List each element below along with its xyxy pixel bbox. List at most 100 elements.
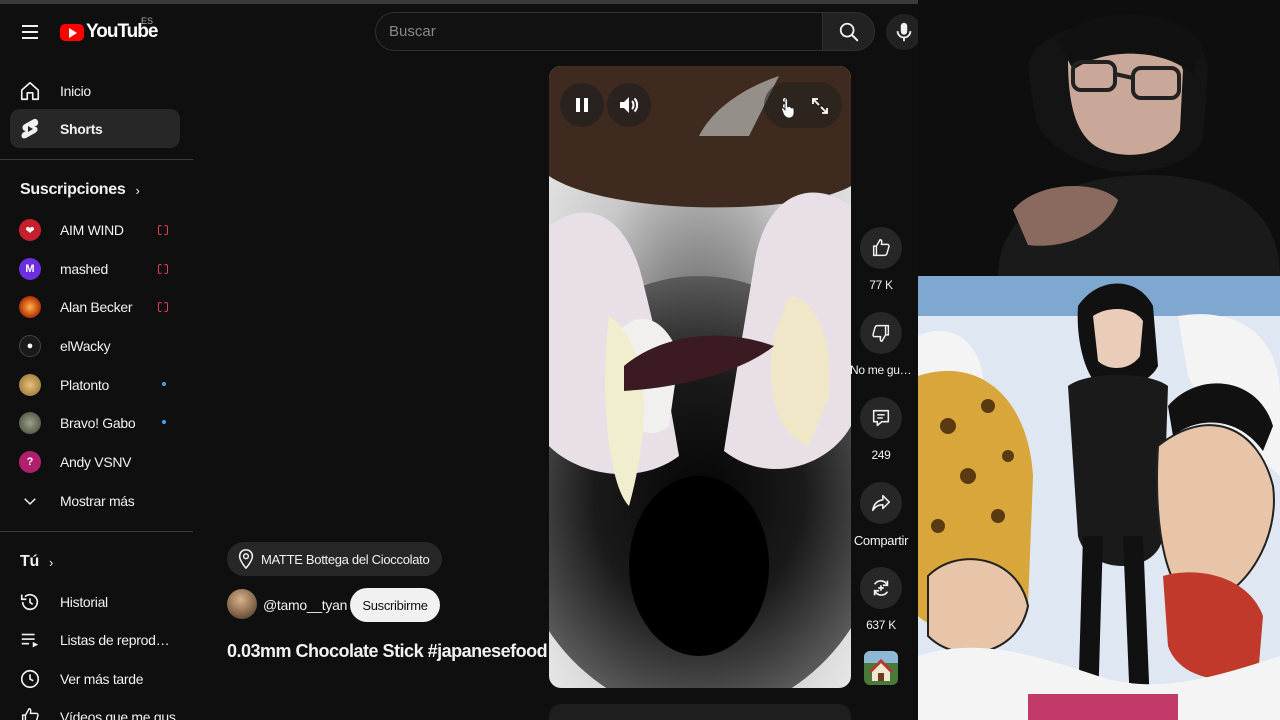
- pause-button[interactable]: [560, 83, 604, 127]
- playlists-icon: [18, 628, 42, 652]
- share-icon: [871, 494, 891, 512]
- sidebar-item-label: Shorts: [60, 121, 103, 137]
- new-content-dot: [162, 420, 166, 424]
- fullscreen-icon: [812, 98, 828, 114]
- watch-later-icon: [18, 667, 42, 691]
- sidebar-item-andy-vsnv[interactable]: ? Andy VSNV: [10, 442, 180, 481]
- sidebar-item-alan-becker[interactable]: Alan Becker: [10, 287, 180, 326]
- sidebar-item-inicio[interactable]: Inicio: [10, 71, 180, 110]
- voice-search-button[interactable]: [886, 14, 922, 50]
- comment-icon: [872, 409, 890, 427]
- sidebar-divider: [0, 531, 193, 532]
- sidebar-item-platonto[interactable]: Platonto: [10, 365, 180, 404]
- webcam-overlay: [918, 0, 1280, 276]
- search-button[interactable]: [822, 12, 875, 51]
- remix-icon: [873, 580, 889, 596]
- sidebar-item-elwacky[interactable]: ● elWacky: [10, 326, 180, 365]
- sidebar-item-label: Ver más tarde: [60, 671, 144, 687]
- sidebar-item-label: Andy VSNV: [60, 454, 132, 470]
- video-frame: [549, 66, 851, 688]
- progress-bar-top: [0, 0, 918, 4]
- comments-button[interactable]: [860, 397, 902, 439]
- chevron-right-icon: ›: [135, 182, 140, 198]
- short-title[interactable]: 0.03mm Chocolate Stick #japanesefood: [227, 641, 548, 662]
- home-icon: [18, 79, 42, 103]
- search-box: [375, 12, 823, 51]
- avatar: [19, 412, 41, 434]
- sidebar-divider: [0, 159, 193, 160]
- sidebar-item-shorts[interactable]: Shorts: [10, 109, 180, 148]
- channel-name[interactable]: @tamo__tyan: [263, 597, 347, 613]
- manga-cover-overlay: [918, 276, 1280, 720]
- pause-icon: [576, 98, 588, 112]
- share-label: Compartir: [853, 533, 909, 548]
- subscriptions-title: Suscripciones: [20, 181, 126, 198]
- share-button[interactable]: [860, 482, 902, 524]
- volume-button[interactable]: [607, 83, 651, 127]
- sound-thumbnail-image: [864, 651, 898, 685]
- fullscreen-button[interactable]: [798, 84, 842, 128]
- location-label: MATTE Bottega del Cioccolato: [261, 551, 430, 567]
- you-title: Tú: [20, 553, 39, 570]
- sidebar-item-label: Inicio: [60, 83, 91, 99]
- shorts-icon: [18, 117, 42, 141]
- sidebar-item-label: Vídeos que me gus: [60, 709, 176, 720]
- sidebar-item-playlists[interactable]: Listas de reproducción: [10, 620, 180, 659]
- avatar: ?: [19, 451, 41, 473]
- thumbs-up-icon: [872, 239, 890, 257]
- show-more-button[interactable]: Mostrar más: [10, 481, 180, 520]
- next-short-preview[interactable]: [549, 704, 851, 720]
- sidebar-item-label: Listas de reproducción: [60, 632, 176, 648]
- region-code: ES: [141, 16, 154, 26]
- short-video-player[interactable]: [549, 66, 851, 688]
- youtube-logo-icon: [60, 23, 84, 41]
- dislike-label: No me gusta: [850, 363, 912, 377]
- dislike-button[interactable]: [860, 312, 902, 354]
- live-indicator-icon: [158, 263, 168, 274]
- avatar: [19, 296, 41, 318]
- manga-cover-image: [918, 276, 1280, 720]
- liked-icon: [18, 705, 42, 720]
- sidebar-item-aim-wind[interactable]: ❤ AIM WIND: [10, 210, 180, 249]
- sidebar-item-label: Historial: [60, 594, 108, 610]
- history-icon: [18, 590, 42, 614]
- sound-thumbnail[interactable]: [864, 651, 898, 685]
- subscriptions-header[interactable]: Suscripciones ›: [20, 181, 140, 199]
- like-button[interactable]: [860, 227, 902, 269]
- channel-avatar[interactable]: [227, 589, 257, 619]
- new-content-dot: [162, 382, 166, 386]
- sidebar-item-history[interactable]: Historial: [10, 582, 180, 621]
- like-count: 77 K: [869, 278, 893, 292]
- avatar: [19, 374, 41, 396]
- sidebar-item-bravo-gabo[interactable]: Bravo! Gabo: [10, 403, 180, 442]
- menu-icon[interactable]: [18, 20, 42, 44]
- sidebar-item-mashed[interactable]: M mashed: [10, 249, 180, 288]
- youtube-logo[interactable]: YouTube ES: [60, 16, 158, 44]
- avatar: ●: [19, 335, 41, 357]
- webcam-feed-image: [918, 0, 1280, 276]
- chevron-down-icon: [18, 489, 42, 513]
- mouse-pointer-icon: [781, 98, 795, 118]
- show-more-label: Mostrar más: [60, 493, 135, 509]
- remix-button[interactable]: [860, 567, 902, 609]
- live-indicator-icon: [158, 301, 168, 312]
- sidebar-item-label: Platonto: [60, 377, 109, 393]
- avatar: M: [19, 258, 41, 280]
- remix-count: 637 K: [866, 618, 896, 632]
- microphone-icon: [896, 22, 912, 42]
- chevron-right-icon: ›: [48, 554, 53, 570]
- search-input[interactable]: [376, 13, 822, 50]
- search-icon: [839, 22, 858, 41]
- subscribe-button[interactable]: Suscribirme: [350, 588, 440, 622]
- volume-icon: [620, 97, 639, 113]
- comment-count: 249: [871, 448, 891, 462]
- avatar: ❤: [19, 219, 41, 241]
- sidebar-item-liked-videos[interactable]: Vídeos que me gus: [10, 697, 180, 720]
- location-chip[interactable]: MATTE Bottega del Cioccolato: [227, 542, 443, 576]
- sidebar-item-label: elWacky: [60, 338, 111, 354]
- you-header[interactable]: Tú ›: [20, 553, 53, 571]
- live-indicator-icon: [158, 224, 168, 235]
- thumbs-down-icon: [872, 324, 890, 342]
- sidebar-item-label: Bravo! Gabo: [60, 415, 136, 431]
- sidebar-item-watch-later[interactable]: Ver más tarde: [10, 659, 180, 698]
